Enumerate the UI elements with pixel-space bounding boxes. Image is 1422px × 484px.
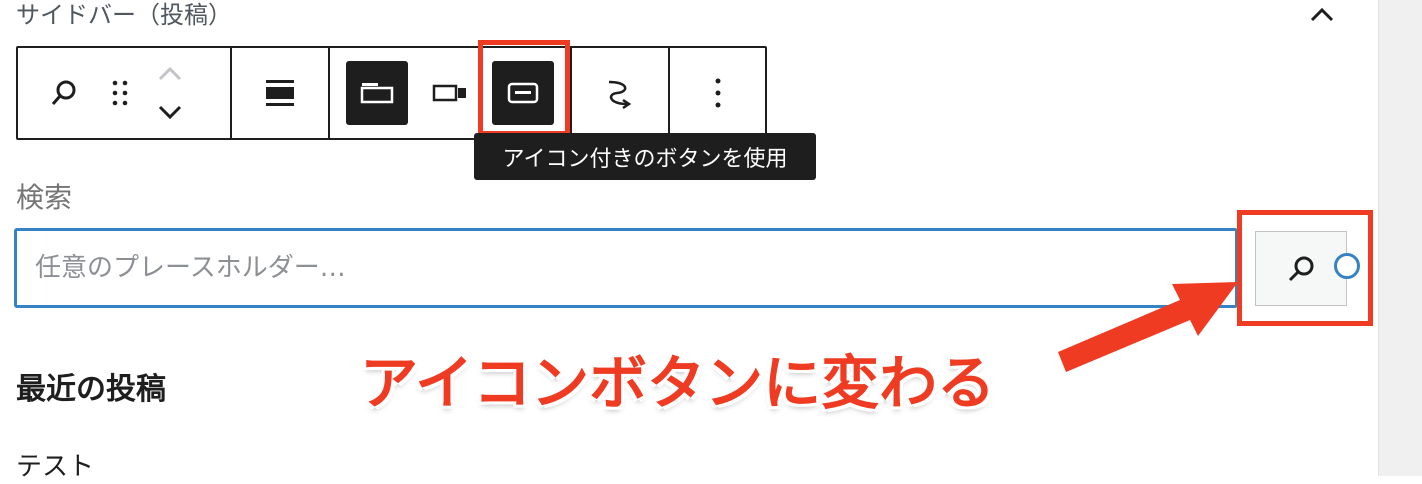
align-button[interactable] bbox=[252, 61, 308, 125]
search-icon bbox=[51, 80, 76, 105]
tooltip: アイコン付きのボタンを使用 bbox=[474, 133, 816, 180]
chevron-up-icon bbox=[158, 66, 182, 81]
block-toolbar bbox=[16, 46, 767, 140]
drag-handle-button[interactable] bbox=[98, 61, 142, 125]
annotation-text: アイコンボタンに変わる bbox=[360, 349, 996, 417]
scrollbar-track[interactable] bbox=[1378, 0, 1422, 476]
toolbar-group-block bbox=[18, 48, 232, 138]
panel-title: サイドバー（投稿） bbox=[16, 1, 232, 29]
search-icon bbox=[1288, 256, 1314, 281]
move-up-button[interactable] bbox=[158, 58, 182, 90]
button-inside-option[interactable] bbox=[420, 61, 480, 125]
chevron-down-icon bbox=[158, 105, 182, 120]
align-wide-icon bbox=[266, 80, 294, 106]
drag-handle-icon bbox=[112, 80, 128, 106]
resize-handle[interactable] bbox=[1334, 253, 1360, 279]
search-button[interactable] bbox=[1255, 231, 1347, 306]
options-button[interactable] bbox=[690, 61, 746, 125]
button-icon-option[interactable] bbox=[492, 61, 554, 125]
toolbar-group-transform bbox=[572, 48, 670, 138]
toolbar-group-button-position bbox=[330, 48, 572, 138]
toolbar-group-align bbox=[232, 48, 330, 138]
toolbar-group-options bbox=[670, 48, 765, 138]
latest-posts-heading: 最近の投稿 bbox=[16, 372, 166, 407]
more-vertical-icon bbox=[715, 78, 720, 108]
transform-button[interactable] bbox=[592, 61, 648, 125]
panel-collapse-button[interactable] bbox=[1302, 0, 1342, 30]
search-label: 検索 bbox=[16, 181, 73, 214]
list-item[interactable]: テスト bbox=[16, 450, 94, 484]
move-down-button[interactable] bbox=[158, 96, 182, 128]
button-outside-icon bbox=[360, 83, 394, 104]
block-mover bbox=[148, 58, 192, 128]
button-inside-icon bbox=[432, 84, 466, 102]
button-outside-option[interactable] bbox=[346, 61, 408, 125]
search-input[interactable] bbox=[14, 228, 1238, 308]
transform-icon bbox=[608, 80, 632, 110]
chevron-up-icon bbox=[1310, 7, 1334, 22]
button-icon-only-icon bbox=[507, 82, 539, 104]
block-type-button[interactable] bbox=[36, 61, 92, 125]
